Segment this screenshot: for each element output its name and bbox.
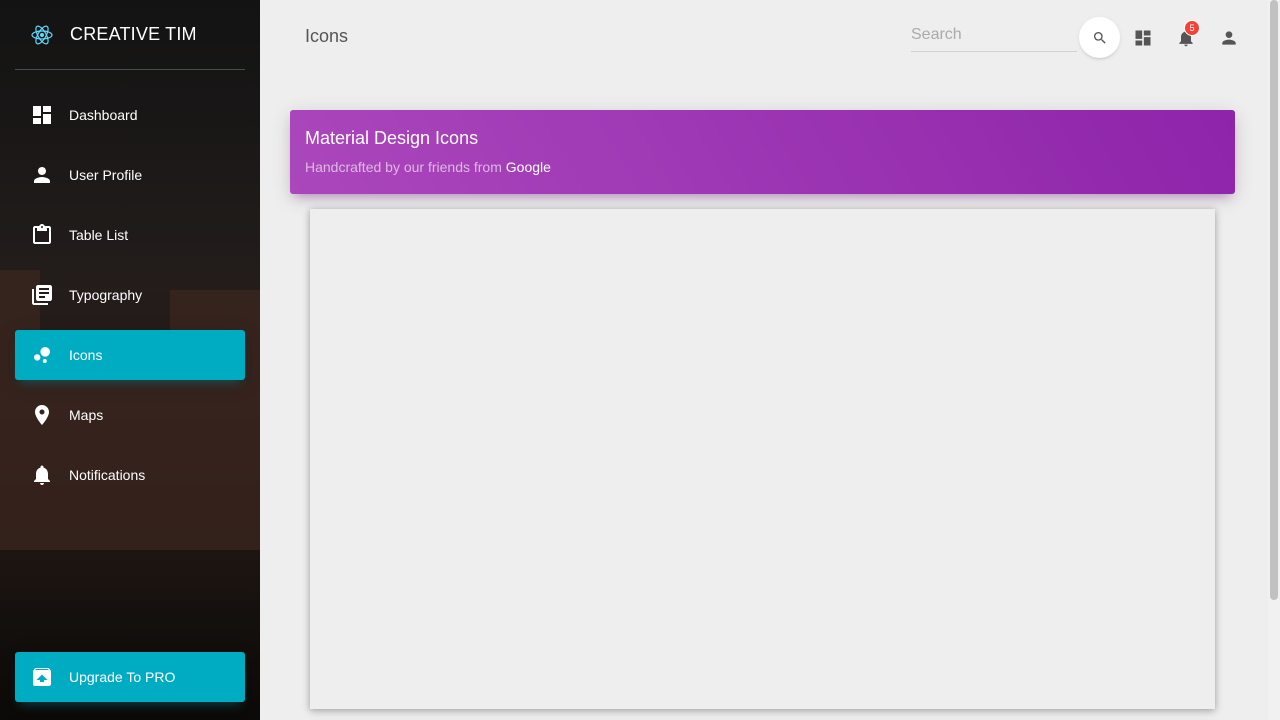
icons-iframe-area (310, 209, 1215, 709)
library-books-icon (30, 283, 54, 307)
clipboard-icon (30, 223, 54, 247)
bubble-chart-icon (30, 343, 54, 367)
sidebar-item-label: Typography (69, 287, 143, 303)
upgrade-to-pro-button[interactable]: Upgrade To PRO (15, 652, 245, 702)
sidebar-nav: Dashboard User Profile Table List Typogr… (15, 90, 245, 510)
brand[interactable]: CREATIVE TIM (15, 0, 245, 70)
dashboard-nav-button[interactable] (1132, 27, 1154, 49)
location-pin-icon (30, 403, 54, 427)
sidebar-item-notifications[interactable]: Notifications (15, 450, 245, 500)
sidebar-item-label: Table List (69, 227, 129, 243)
search-icon (1092, 30, 1108, 46)
notification-count-badge: 5 (1184, 20, 1200, 36)
upgrade-label: Upgrade To PRO (69, 669, 176, 685)
google-link[interactable]: Google (506, 159, 551, 175)
sidebar-item-label: User Profile (69, 167, 143, 183)
sidebar: CREATIVE TIM Dashboard User Profile Tabl… (0, 0, 260, 720)
dashboard-icon (30, 103, 54, 127)
scrollbar-thumb[interactable] (1270, 0, 1278, 600)
main-panel: Icons 5 Material Design Icons Handcrafte… (260, 0, 1280, 720)
page-title: Icons (305, 26, 349, 46)
person-icon (1219, 28, 1239, 48)
sidebar-item-label: Icons (69, 347, 103, 363)
sidebar-item-label: Maps (69, 407, 104, 423)
sidebar-item-icons[interactable]: Icons (15, 330, 245, 380)
card-subtitle: Handcrafted by our friends from Google (305, 159, 1220, 175)
bell-icon (30, 463, 54, 487)
card-title: Material Design Icons (305, 128, 479, 148)
brand-name: CREATIVE TIM (70, 24, 197, 44)
search-input[interactable] (911, 20, 1077, 50)
search-field (911, 20, 1077, 52)
sidebar-item-label: Notifications (69, 467, 146, 483)
search-button[interactable] (1079, 17, 1120, 58)
sidebar-item-dashboard[interactable]: Dashboard (15, 90, 245, 140)
account-button[interactable] (1218, 27, 1240, 49)
page-scrollbar[interactable] (1268, 0, 1280, 720)
card-header: Material Design Icons Handcrafted by our… (290, 110, 1235, 194)
sidebar-item-typography[interactable]: Typography (15, 270, 245, 320)
sidebar-item-maps[interactable]: Maps (15, 390, 245, 440)
dashboard-icon (1133, 28, 1153, 48)
sidebar-item-table-list[interactable]: Table List (15, 210, 245, 260)
person-icon (30, 163, 54, 187)
unarchive-icon (30, 665, 54, 689)
react-atom-icon (30, 23, 54, 47)
sidebar-item-user-profile[interactable]: User Profile (15, 150, 245, 200)
sidebar-item-label: Dashboard (69, 107, 138, 123)
card-subtitle-text: Handcrafted by our friends from (305, 159, 502, 175)
